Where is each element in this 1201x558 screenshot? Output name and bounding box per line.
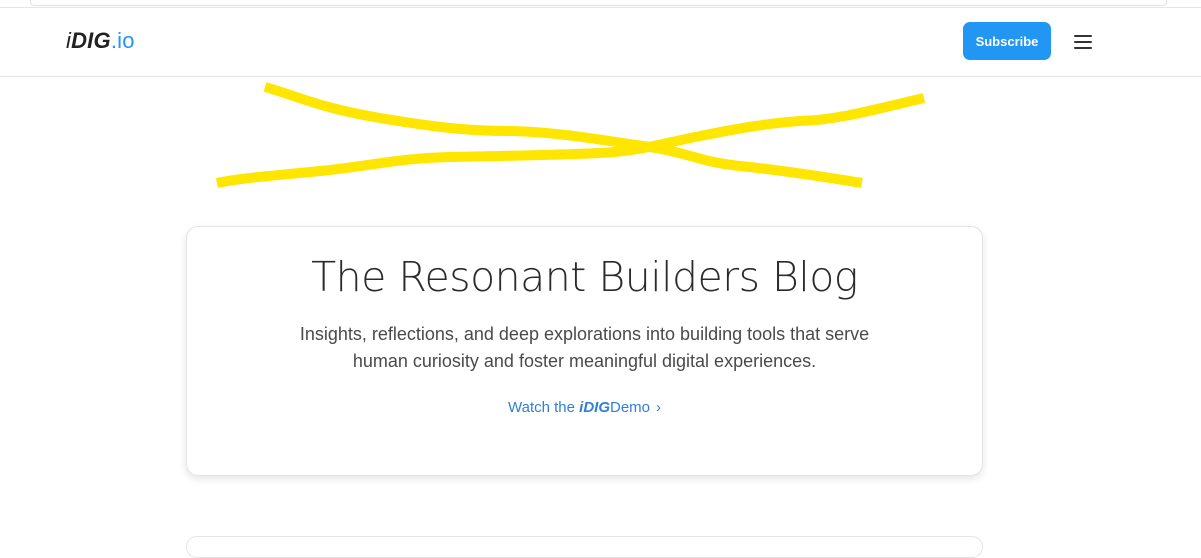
hero-subtitle: Insights, reflections, and deep explorat… [299,324,870,371]
yellow-scribble-annotation [215,82,926,188]
demo-link-bold: DIG [583,399,610,416]
demo-link-text-after: Demo [609,399,650,416]
chevron-right-icon: › [656,399,661,416]
hero-card: The Resonant Builders Blog Insights, ref… [186,226,983,476]
page-title: The Resonant Builders Blog [311,253,858,301]
watch-demo-link[interactable]: Watch the iDIGDemo › [508,399,661,416]
demo-link-text-before: Watch the [508,399,580,416]
next-card [186,536,983,558]
